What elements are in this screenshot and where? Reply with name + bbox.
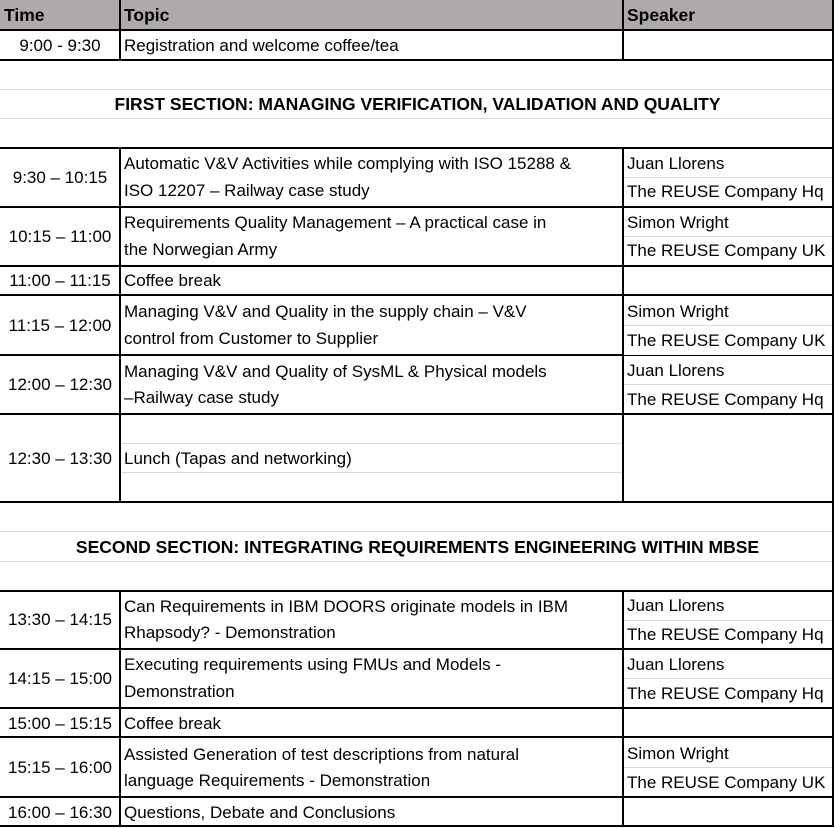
row-time: 9:30 – 10:15 bbox=[12, 168, 108, 187]
header-time: Time bbox=[4, 5, 45, 25]
speaker-org: The REUSE Company Hq bbox=[627, 684, 824, 703]
section-title: FIRST SECTION: MANAGING VERIFICATION, VA… bbox=[114, 94, 721, 114]
speaker-name: Juan Llorens bbox=[627, 361, 725, 380]
row-time: 13:30 – 14:15 bbox=[8, 610, 112, 629]
row-time: 12:30 – 13:30 bbox=[8, 449, 112, 468]
row-border bbox=[0, 265, 834, 267]
row-time: 16:00 – 16:30 bbox=[8, 803, 112, 822]
row-time: 11:00 – 11:15 bbox=[9, 271, 111, 290]
row-topic: Assisted Generation of test descriptions… bbox=[124, 745, 519, 764]
gridline bbox=[624, 355, 833, 356]
row-border bbox=[0, 206, 834, 208]
row-topic: Rhapsody? - Demonstration bbox=[124, 623, 336, 642]
gridline bbox=[121, 472, 623, 473]
speaker-org: The REUSE Company UK bbox=[627, 241, 826, 260]
gridline bbox=[0, 561, 833, 562]
gridline bbox=[624, 767, 833, 768]
header-speaker: Speaker bbox=[627, 5, 696, 25]
row-topic: Managing V&V and Quality in the supply c… bbox=[124, 302, 527, 321]
row-border bbox=[0, 707, 834, 709]
row-topic: control from Customer to Supplier bbox=[124, 329, 379, 348]
gridline bbox=[0, 531, 833, 532]
row-topic: language Requirements - Demonstration bbox=[124, 771, 431, 790]
row-time: 9:00 - 9:30 bbox=[19, 36, 101, 55]
speaker-org: The REUSE Company UK bbox=[627, 773, 826, 792]
row-topic: Lunch (Tapas and networking) bbox=[124, 449, 352, 468]
row-border bbox=[0, 59, 834, 61]
row-topic: Coffee break bbox=[124, 714, 222, 733]
row-border bbox=[0, 825, 834, 827]
gridline bbox=[624, 620, 833, 621]
speaker-name: Simon Wright bbox=[627, 213, 729, 232]
column-border bbox=[119, 147, 121, 503]
row-topic: the Norwegian Army bbox=[124, 240, 278, 259]
section-title: SECOND SECTION: INTEGRATING REQUIREMENTS… bbox=[75, 537, 760, 557]
row-border bbox=[0, 294, 834, 296]
header-topic: Topic bbox=[124, 5, 170, 25]
speaker-name: Juan Llorens bbox=[627, 596, 725, 615]
row-time: 12:00 – 12:30 bbox=[8, 375, 112, 394]
column-border bbox=[622, 0, 624, 61]
row-topic: Requirements Quality Management – A prac… bbox=[124, 213, 547, 232]
speaker-name: Simon Wright bbox=[627, 744, 729, 763]
row-border bbox=[0, 501, 834, 503]
gridline bbox=[624, 384, 833, 385]
gridline bbox=[624, 678, 833, 679]
speaker-name: Simon Wright bbox=[627, 302, 729, 321]
row-border bbox=[0, 354, 624, 356]
row-topic: Demonstration bbox=[124, 682, 235, 701]
agenda-table: Time Topic Speaker 9:00 - 9:30 Registrat… bbox=[0, 0, 835, 828]
speaker-org: The REUSE Company Hq bbox=[627, 625, 824, 644]
row-border bbox=[0, 796, 834, 798]
row-topic: Managing V&V and Quality of SysML & Phys… bbox=[124, 362, 547, 381]
row-topic: Registration and welcome coffee/tea bbox=[124, 36, 399, 55]
row-time: 15:00 – 15:15 bbox=[8, 714, 112, 733]
gridline bbox=[624, 236, 833, 237]
row-border bbox=[0, 736, 834, 738]
row-border bbox=[0, 413, 834, 415]
speaker-name: Juan Llorens bbox=[627, 655, 725, 674]
row-time: 14:15 – 15:00 bbox=[8, 669, 112, 688]
gridline bbox=[624, 177, 833, 178]
row-topic: Automatic V&V Activities while complying… bbox=[124, 154, 571, 173]
row-topic: ISO 12207 – Railway case study bbox=[124, 181, 370, 200]
speaker-org: The REUSE Company UK bbox=[627, 331, 826, 350]
row-topic: Coffee break bbox=[124, 271, 222, 290]
speaker-org: The REUSE Company Hq bbox=[627, 390, 824, 409]
row-time: 10:15 – 11:00 bbox=[8, 227, 112, 246]
row-border bbox=[0, 590, 834, 592]
column-border bbox=[119, 590, 121, 827]
row-time: 15:15 – 16:00 bbox=[8, 758, 112, 777]
gridline bbox=[624, 325, 833, 326]
row-border bbox=[0, 147, 834, 149]
gridline bbox=[121, 443, 623, 444]
column-border bbox=[119, 0, 121, 61]
row-border bbox=[0, 29, 834, 31]
speaker-org: The REUSE Company Hq bbox=[627, 182, 824, 201]
speaker-name: Juan Llorens bbox=[627, 154, 725, 173]
row-time: 11:15 – 12:00 bbox=[8, 316, 112, 335]
row-topic: –Railway case study bbox=[124, 388, 279, 407]
row-topic: Questions, Debate and Conclusions bbox=[124, 803, 396, 822]
row-topic: Can Requirements in IBM DOORS originate … bbox=[124, 597, 569, 616]
row-topic: Executing requirements using FMUs and Mo… bbox=[124, 655, 501, 674]
column-border bbox=[622, 147, 624, 503]
row-border bbox=[0, 648, 834, 650]
gridline bbox=[0, 118, 833, 119]
column-border bbox=[622, 590, 624, 827]
table-right-border bbox=[832, 0, 834, 827]
